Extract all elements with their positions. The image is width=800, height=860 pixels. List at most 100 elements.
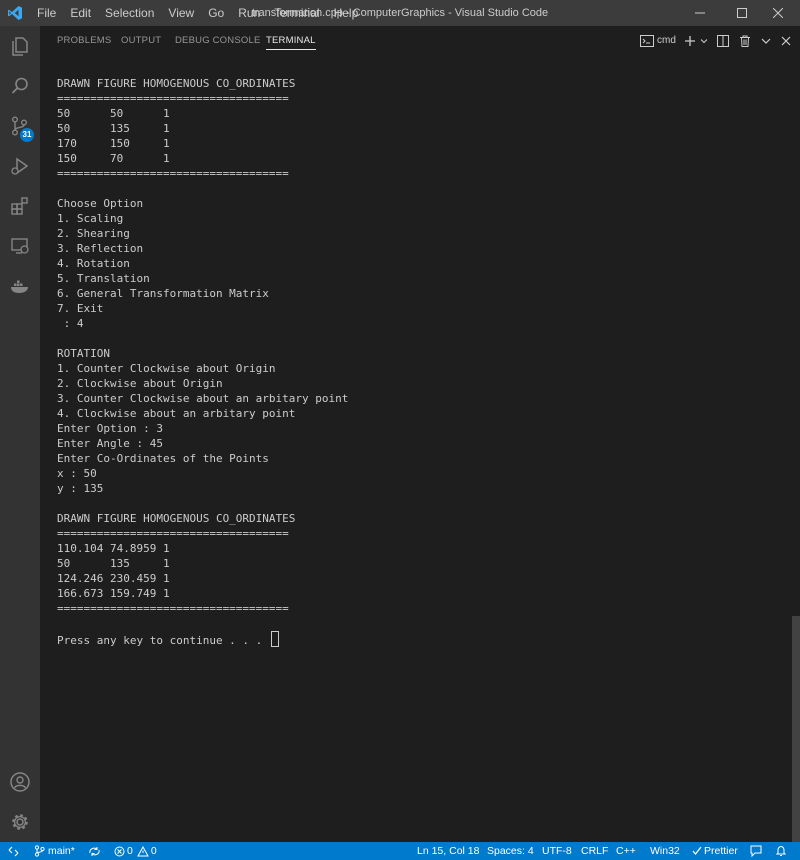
- plus-icon: [685, 35, 695, 46]
- terminal-line: 4. Clockwise about an arbitary point: [57, 407, 296, 420]
- terminal-line: 1. Scaling: [57, 212, 124, 225]
- terminal-icon: [640, 34, 655, 47]
- kill-terminal-button[interactable]: [736, 26, 754, 55]
- terminal-line: 3. Counter Clockwise about an arbitary p…: [57, 392, 349, 405]
- settings-gear-icon: [12, 814, 28, 830]
- line-ending[interactable]: CRLF: [581, 842, 608, 860]
- terminal-line: Enter Option : 3: [57, 422, 163, 435]
- terminal-line: DRAWN FIGURE HOMOGENOUS CO_ORDINATES: [57, 77, 296, 90]
- split-terminal-button[interactable]: [714, 26, 732, 55]
- terminal-cursor: [270, 631, 279, 647]
- warning-icon: [136, 845, 149, 856]
- menu-file[interactable]: File: [30, 0, 63, 26]
- terminal-line: 170 150 1: [57, 137, 170, 150]
- prettier-button[interactable]: Prettier: [692, 842, 738, 860]
- close-button[interactable]: [756, 0, 800, 26]
- extensions-icon: [11, 197, 28, 215]
- terminal-selector[interactable]: cmd: [638, 26, 678, 55]
- warning-count: 0: [150, 845, 157, 857]
- encoding[interactable]: UTF-8: [542, 842, 572, 860]
- error-count: 0: [127, 845, 133, 857]
- terminal-line: 1. Counter Clockwise about Origin: [57, 362, 276, 375]
- activity-bar: 31: [0, 26, 40, 842]
- terminal-line: 7. Exit: [57, 302, 104, 315]
- minimize-button[interactable]: [678, 0, 722, 26]
- terminal-line: ===================================: [57, 92, 289, 105]
- terminal-line: 5. Translation: [57, 272, 150, 285]
- menu-help[interactable]: Help: [327, 0, 366, 26]
- new-terminal-button[interactable]: [682, 26, 698, 55]
- explorer-icon: [12, 37, 28, 56]
- terminal-line: 50 50 1: [57, 107, 170, 120]
- terminal-line: ROTATION: [57, 347, 110, 360]
- terminal-line: Choose Option: [57, 197, 144, 210]
- source-control-button[interactable]: 31: [0, 106, 40, 146]
- explorer-button[interactable]: [0, 26, 40, 66]
- tab-terminal[interactable]: TERMINAL: [266, 26, 316, 55]
- menu-edit[interactable]: Edit: [63, 0, 98, 26]
- chevron-down-icon: [761, 38, 771, 44]
- terminal-line: Enter Co-Ordinates of the Points: [57, 452, 269, 465]
- account-icon: [10, 772, 30, 792]
- status-bar: main* 0 0 Ln 15, Col 18 Spaces: 4 UTF-8 …: [0, 842, 800, 860]
- indentation[interactable]: Spaces: 4: [487, 842, 534, 860]
- maximize-panel-button[interactable]: [758, 26, 774, 55]
- tab-problems[interactable]: PROBLEMS: [57, 26, 111, 55]
- feedback-icon: [750, 845, 762, 857]
- remote-indicator-button[interactable]: [0, 842, 26, 860]
- menu-view[interactable]: View: [161, 0, 201, 26]
- sync-button[interactable]: [88, 842, 101, 860]
- menu-selection[interactable]: Selection: [98, 0, 161, 26]
- terminal-line: 4. Rotation: [57, 257, 130, 270]
- minimize-icon: [695, 12, 705, 14]
- menu-bar: File Edit Selection View Go Run Terminal…: [30, 0, 365, 26]
- terminal-line: 166.673 159.749 1: [57, 587, 170, 600]
- extensions-button[interactable]: [0, 186, 40, 226]
- terminal-prompt: Press any key to continue . . .: [57, 634, 269, 647]
- branch-name: main*: [48, 845, 75, 857]
- menu-terminal[interactable]: Terminal: [267, 0, 326, 26]
- terminal-scrollbar[interactable]: [792, 616, 800, 842]
- terminal-line: ===================================: [57, 602, 289, 615]
- terminal-line: 110.104 74.8959 1: [57, 542, 170, 555]
- settings-button[interactable]: [0, 802, 40, 842]
- language-mode[interactable]: C++: [616, 842, 636, 860]
- branch-button[interactable]: main*: [34, 842, 75, 860]
- cursor-position[interactable]: Ln 15, Col 18: [417, 842, 479, 860]
- close-icon: [773, 8, 783, 18]
- feedback-button[interactable]: [750, 842, 762, 860]
- terminal-dropdown-button[interactable]: [698, 26, 710, 55]
- prettier-label: Prettier: [704, 845, 738, 857]
- remote-icon: [8, 846, 18, 856]
- search-button[interactable]: [0, 66, 40, 106]
- git-branch-icon: [34, 845, 45, 857]
- chevron-down-icon: [700, 38, 708, 43]
- close-panel-button[interactable]: [778, 26, 794, 55]
- terminal-line: Enter Angle : 45: [57, 437, 163, 450]
- run-debug-icon: [11, 157, 29, 175]
- terminal-output[interactable]: DRAWN FIGURE HOMOGENOUS CO_ORDINATES ====…: [57, 76, 349, 647]
- terminal-line: 50 135 1: [57, 122, 170, 135]
- terminal-line: DRAWN FIGURE HOMOGENOUS CO_ORDINATES: [57, 512, 296, 525]
- tab-output[interactable]: OUTPUT: [121, 26, 161, 55]
- docker-button[interactable]: [0, 266, 40, 306]
- terminal-line: 3. Reflection: [57, 242, 144, 255]
- tab-debug-console[interactable]: DEBUG CONSOLE: [175, 26, 260, 55]
- problems-button[interactable]: 0 0: [114, 842, 157, 860]
- menu-run[interactable]: Run: [231, 0, 267, 26]
- remote-explorer-button[interactable]: [0, 226, 40, 266]
- vscode-logo-icon: [0, 0, 30, 26]
- run-debug-button[interactable]: [0, 146, 40, 186]
- terminal-line: : 4: [57, 317, 84, 330]
- account-button[interactable]: [0, 762, 40, 802]
- platform[interactable]: Win32: [650, 842, 680, 860]
- search-icon: [11, 77, 28, 94]
- terminal-line: ===================================: [57, 527, 289, 540]
- menu-go[interactable]: Go: [201, 0, 231, 26]
- error-icon: [114, 846, 125, 856]
- notifications-button[interactable]: [775, 842, 787, 860]
- split-icon: [717, 34, 729, 47]
- terminal-line: y : 135: [57, 482, 104, 495]
